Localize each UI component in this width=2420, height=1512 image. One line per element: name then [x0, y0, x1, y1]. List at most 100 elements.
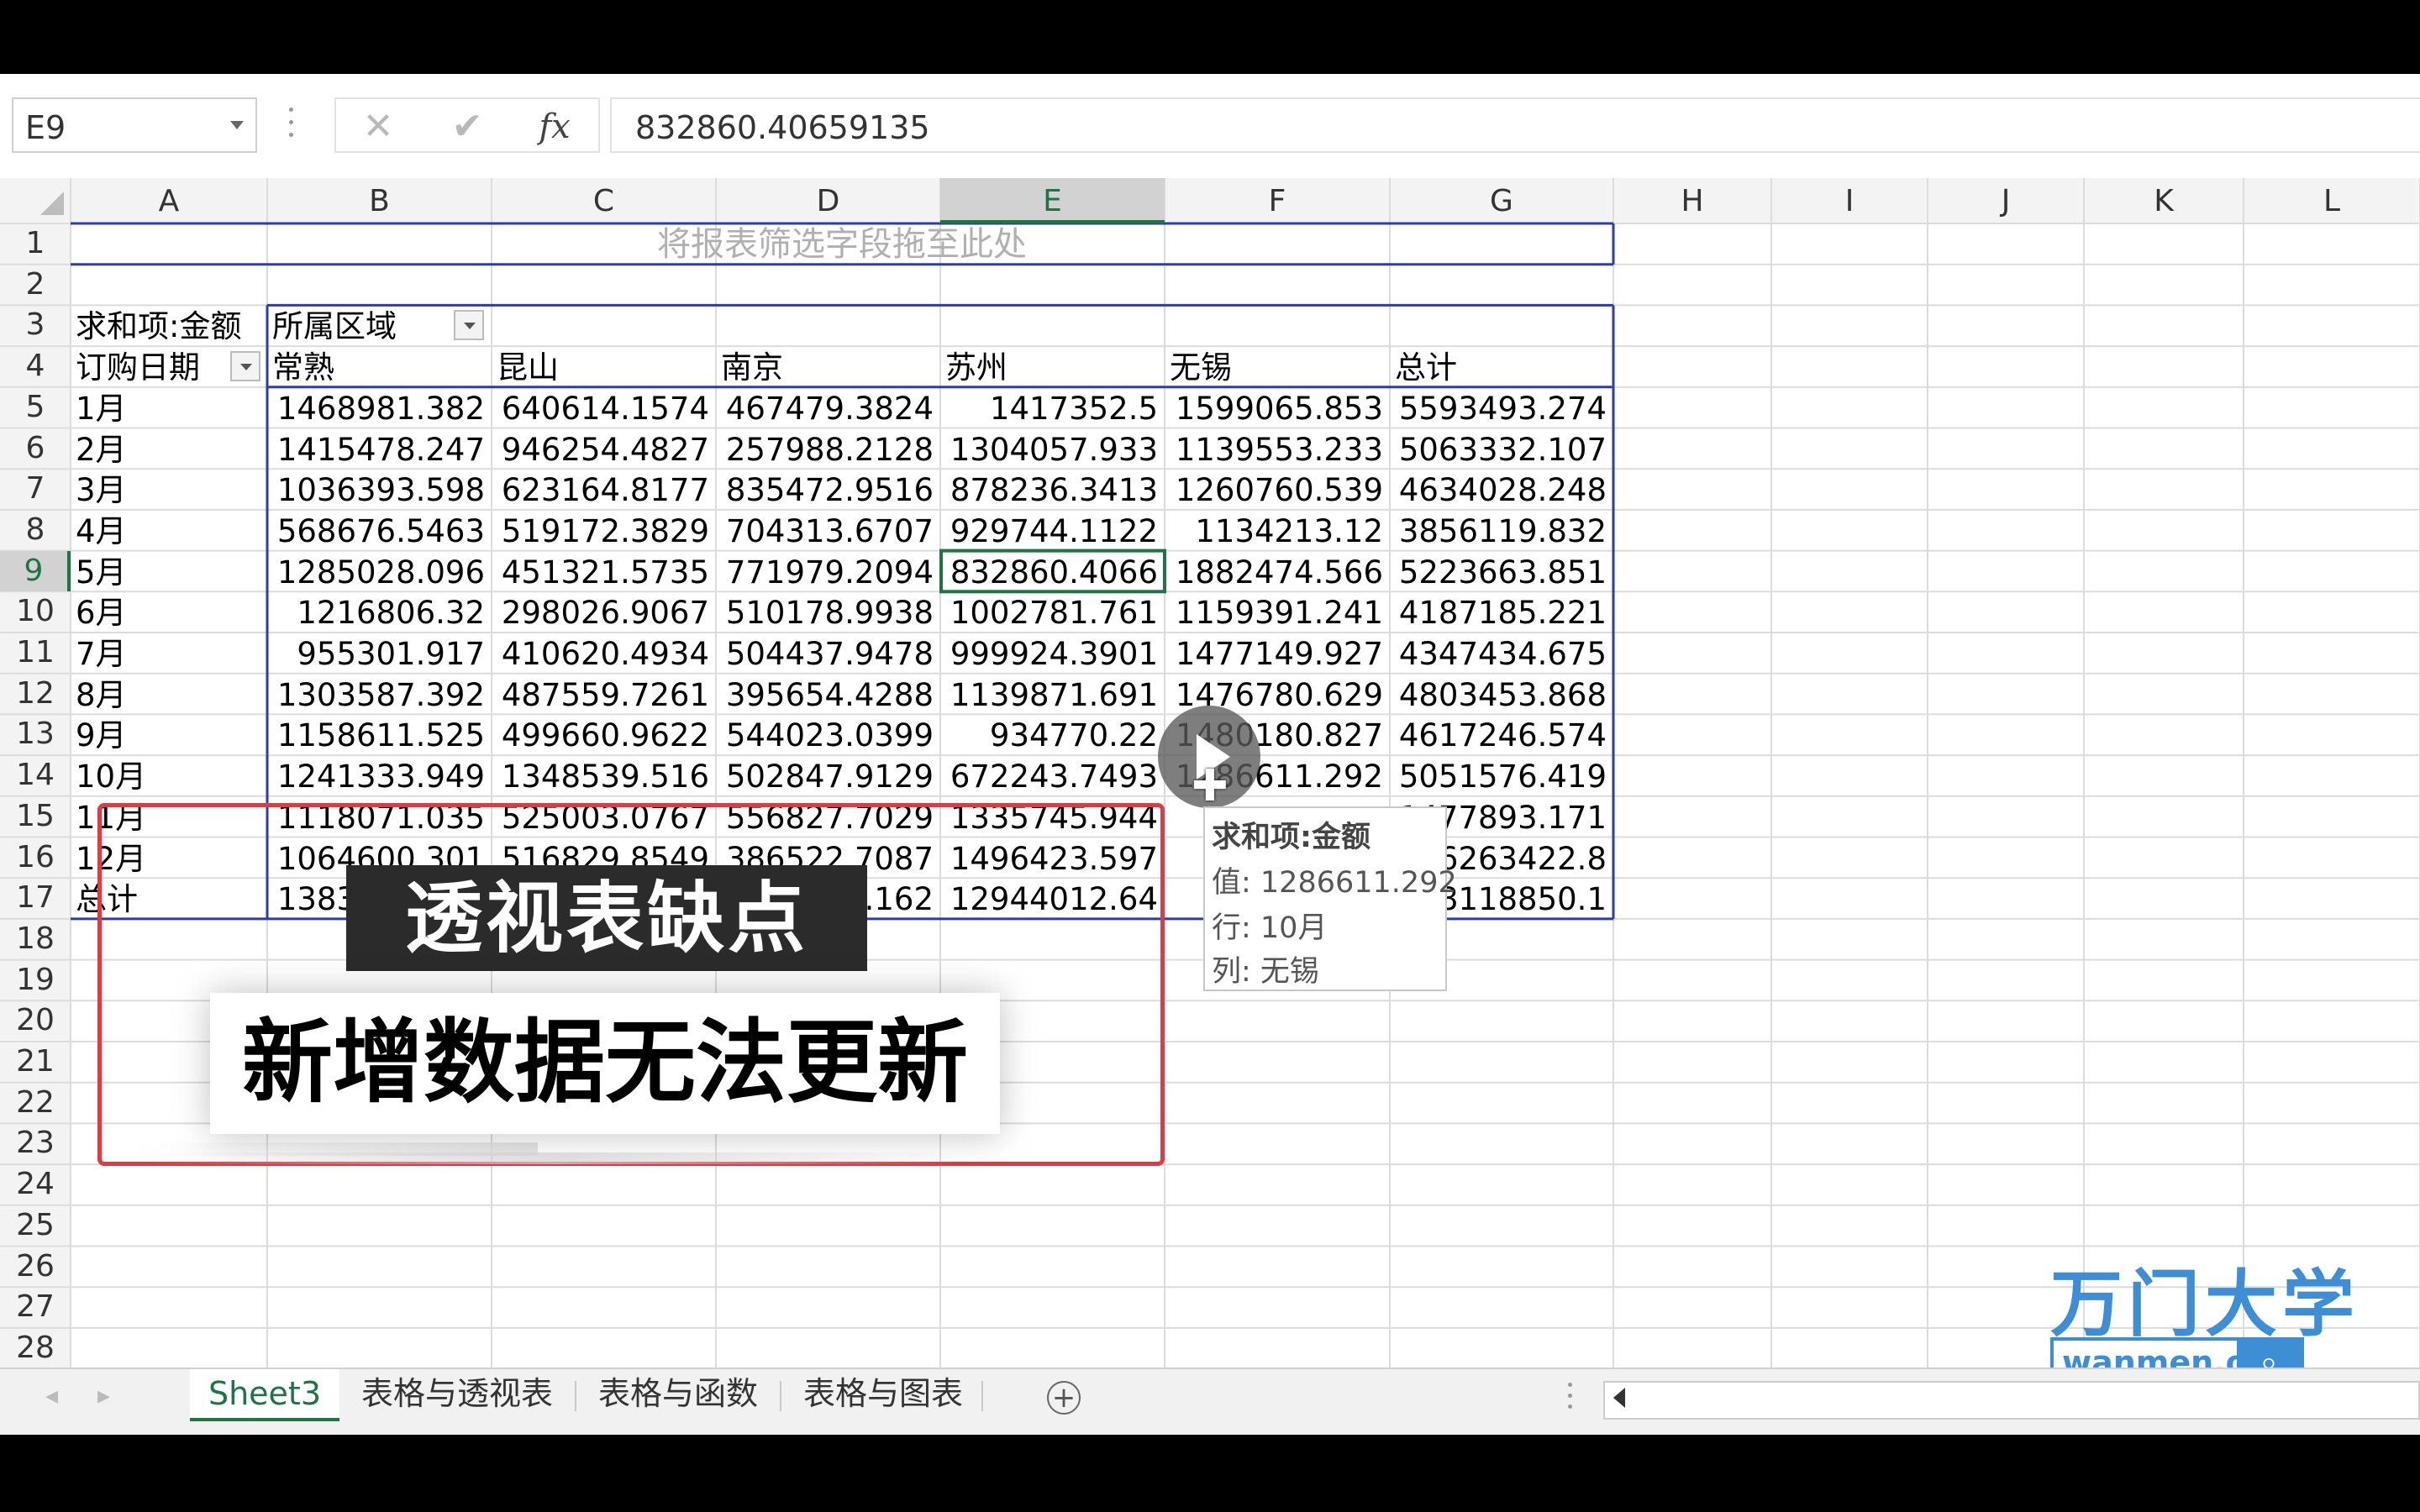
tab-next-icon[interactable]: ▸ [97, 1381, 110, 1410]
pivot-value-cell[interactable]: 298026.9067 [492, 591, 716, 632]
pivot-value-cell[interactable]: 1285028.096 [267, 551, 492, 591]
column-header[interactable]: D [716, 178, 940, 223]
column-header[interactable]: B [267, 178, 492, 223]
pivot-value-cell[interactable]: 544023.0399 [716, 714, 940, 754]
pivot-value-cell[interactable]: 1468981.382 [267, 387, 492, 428]
pivot-value-cell[interactable]: 1303587.392 [267, 674, 492, 714]
column-header[interactable]: A [71, 178, 267, 223]
pivot-value-cell[interactable]: 499660.9622 [492, 714, 716, 754]
row-header[interactable]: 15 [0, 796, 71, 837]
row-header[interactable]: 12 [0, 674, 71, 715]
pivot-value-cell[interactable]: 1036393.598 [267, 469, 492, 509]
row-header[interactable]: 13 [0, 714, 71, 755]
pivot-value-cell[interactable]: 4187185.221 [1390, 591, 1613, 632]
row-header[interactable]: 7 [0, 469, 71, 510]
pivot-value-cell[interactable]: 1415478.247 [267, 428, 492, 469]
row-header[interactable]: 28 [0, 1328, 71, 1369]
tab-sheet3[interactable]: Sheet3 [190, 1369, 339, 1421]
row-header[interactable]: 23 [0, 1123, 71, 1164]
column-header[interactable]: J [1928, 178, 2084, 223]
row-header[interactable]: 21 [0, 1042, 71, 1083]
pivot-value-cell[interactable]: 934770.22 [940, 714, 1165, 754]
pivot-value-cell[interactable]: 5051576.419 [1390, 755, 1613, 795]
cancel-icon[interactable]: ✕ [353, 106, 403, 148]
column-header[interactable]: I [1771, 178, 1928, 223]
row-header[interactable]: 24 [0, 1164, 71, 1205]
pivot-value-cell[interactable]: 5593493.274 [1390, 387, 1613, 428]
pivot-value-cell[interactable]: 955301.917 [267, 633, 492, 673]
pivot-value-cell[interactable]: 5223663.851 [1390, 551, 1613, 591]
pivot-value-cell[interactable]: 504437.9478 [716, 633, 940, 673]
filter-dropdown-button[interactable] [230, 351, 260, 382]
worksheet-grid[interactable]: ABCDEFGHIJKL 1 2 3 4 5 6 7 8 9 10 11 12 13 14 15 16 17 18… [0, 178, 2420, 1368]
row-header[interactable]: 1 [0, 223, 71, 265]
pivot-value-cell[interactable]: 672243.7493 [940, 755, 1165, 795]
row-header[interactable]: 27 [0, 1287, 71, 1328]
pivot-value-cell[interactable]: 878236.3413 [940, 469, 1165, 509]
pivot-value-cell[interactable]: 1139553.233 [1165, 428, 1390, 469]
tab-table-chart[interactable]: 表格与图表 [790, 1369, 976, 1418]
pivot-value-cell[interactable]: 1882474.566 [1165, 551, 1390, 591]
name-box[interactable]: E9 [12, 97, 257, 153]
pivot-value-cell[interactable]: 410620.4934 [492, 633, 716, 673]
pivot-value-cell[interactable]: 395654.4288 [716, 674, 940, 714]
tab-table-pivot[interactable]: 表格与透视表 [350, 1369, 565, 1418]
pivot-value-cell[interactable]: 1417352.5 [940, 387, 1165, 428]
pivot-value-cell[interactable]: 704313.6707 [716, 510, 940, 550]
column-header[interactable]: F [1165, 178, 1390, 223]
row-header[interactable]: 5 [0, 387, 71, 428]
pivot-value-cell[interactable]: 640614.1574 [492, 387, 716, 428]
add-sheet-icon[interactable]: + [1047, 1381, 1081, 1415]
pivot-value-cell[interactable]: 4617246.574 [1390, 714, 1613, 754]
row-header[interactable]: 19 [0, 960, 71, 1001]
column-header[interactable]: E [940, 178, 1165, 223]
pivot-value-cell[interactable]: 3856119.832 [1390, 510, 1613, 550]
row-header[interactable]: 11 [0, 633, 71, 674]
pivot-value-cell[interactable]: 5063332.107 [1390, 428, 1613, 469]
pivot-value-cell[interactable]: 4347434.675 [1390, 633, 1613, 673]
pivot-value-cell[interactable]: 1260760.539 [1165, 469, 1390, 509]
pivot-value-cell[interactable]: 999924.3901 [940, 633, 1165, 673]
row-header[interactable]: 20 [0, 1000, 71, 1042]
formula-input[interactable]: 832860.40659135 [610, 97, 2420, 153]
chevron-down-icon[interactable] [230, 121, 244, 129]
pivot-value-cell[interactable]: 451321.5735 [492, 551, 716, 591]
row-header[interactable]: 25 [0, 1205, 71, 1247]
row-header[interactable]: 2 [0, 265, 71, 306]
pivot-value-cell[interactable]: 1477149.927 [1165, 633, 1390, 673]
more-vert-icon[interactable] [289, 108, 294, 144]
more-vert-icon[interactable] [1568, 1383, 1572, 1409]
pivot-value-cell[interactable]: 832860.4066 [940, 551, 1165, 591]
pivot-filter-drop-zone[interactable]: 将报表筛选字段拖至此处 [71, 223, 1613, 264]
pivot-value-cell[interactable]: 835472.9516 [716, 469, 940, 509]
pivot-value-cell[interactable]: 502847.9129 [716, 755, 940, 795]
row-header[interactable]: 17 [0, 878, 71, 919]
pivot-value-cell[interactable]: 1216806.32 [267, 591, 492, 632]
insert-function-icon[interactable]: fx [529, 106, 580, 148]
horizontal-scrollbar[interactable] [1603, 1381, 2420, 1420]
pivot-value-cell[interactable]: 4803453.868 [1390, 674, 1613, 714]
row-header[interactable]: 3 [0, 305, 71, 346]
row-header[interactable]: 18 [0, 919, 71, 960]
row-header[interactable]: 22 [0, 1083, 71, 1124]
pivot-value-cell[interactable]: 257988.2128 [716, 428, 940, 469]
tab-prev-icon[interactable]: ◂ [45, 1381, 58, 1410]
pivot-value-cell[interactable]: 1159391.241 [1165, 591, 1390, 632]
row-header[interactable]: 26 [0, 1247, 71, 1288]
pivot-value-cell[interactable]: 487559.7261 [492, 674, 716, 714]
pivot-value-cell[interactable]: 1304057.933 [940, 428, 1165, 469]
pivot-value-cell[interactable]: 467479.3824 [716, 387, 940, 428]
scroll-left-icon[interactable] [1613, 1388, 1625, 1408]
row-header[interactable]: 8 [0, 510, 71, 551]
row-header[interactable]: 9 [0, 550, 71, 592]
pivot-value-cell[interactable]: 1241333.949 [267, 755, 492, 795]
pivot-value-cell[interactable]: 568676.5463 [267, 510, 492, 550]
row-header[interactable]: 4 [0, 346, 71, 387]
pivot-value-cell[interactable]: 510178.9938 [716, 591, 940, 632]
row-header[interactable]: 6 [0, 428, 71, 470]
row-header[interactable]: 10 [0, 591, 71, 633]
column-header[interactable]: K [2084, 178, 2244, 223]
pivot-value-cell[interactable]: 946254.4827 [492, 428, 716, 469]
column-header[interactable]: G [1390, 178, 1613, 223]
row-header[interactable]: 14 [0, 755, 71, 796]
